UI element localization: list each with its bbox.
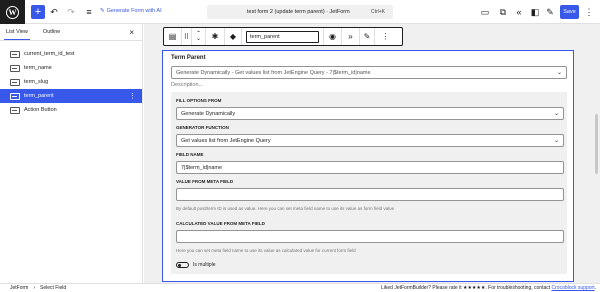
close-icon[interactable]: × — [129, 28, 134, 37]
calc-value-label: CALCULATED VALUE FROM META FIELD — [176, 221, 265, 226]
calc-value-help: Here you can set meta field name to use … — [176, 248, 356, 253]
external-view-icon[interactable]: ⧉ — [496, 5, 510, 19]
add-block-button[interactable]: + — [31, 5, 45, 19]
panel-tabs: List View Outline × — [0, 24, 142, 41]
list-item-selected[interactable]: term_parent ⋮ — [0, 89, 142, 103]
chevron-down-icon: ⌄ — [556, 70, 562, 76]
collapse-icon[interactable]: « — [512, 5, 526, 19]
desktop-preview-icon[interactable]: ▭ — [478, 5, 492, 19]
status-bar: JetForm › Select Field Liked JetFormBuil… — [0, 283, 600, 292]
block-icon — [10, 92, 20, 100]
block-icon — [10, 78, 20, 86]
block-icon — [10, 106, 20, 114]
document-bar[interactable]: test form 2 (update term parent) · JetFo… — [207, 5, 393, 19]
undo-icon[interactable]: ↶ — [47, 5, 61, 19]
command-shortcut: Ctrl+K — [370, 9, 385, 15]
move-up-down-icon[interactable]: ⌃ ⌄ — [192, 28, 206, 45]
field-name-toolbar: term_parent — [242, 28, 324, 45]
more-options-icon[interactable]: ⋮ — [582, 5, 596, 19]
styles-icon[interactable]: ✎ — [543, 5, 557, 19]
more-options-icon[interactable]: ⋮ — [129, 92, 136, 100]
document-title: test form 2 (update term parent) · JetFo… — [247, 9, 350, 15]
brush-icon[interactable]: ✎ — [360, 28, 375, 45]
visibility-icon[interactable]: ◉ — [324, 28, 342, 45]
document-overview-icon[interactable]: ≡ — [82, 5, 96, 19]
block-style-icon[interactable]: ◆ — [225, 28, 242, 45]
breadcrumb-current[interactable]: Select Field — [40, 285, 66, 291]
tab-outline[interactable]: Outline — [43, 29, 60, 35]
generator-select[interactable]: Get values list from JetEngine Query ⌄ — [176, 134, 564, 147]
block-type-icon[interactable]: ▤ — [164, 28, 182, 45]
meta-field-help: By default post/term ID is used as value… — [176, 206, 395, 211]
toggle-switch[interactable] — [176, 262, 189, 268]
breadcrumb-separator: › — [33, 285, 36, 291]
drag-handle-icon[interactable]: ⠿ — [182, 28, 192, 45]
list-view-panel: List View Outline × current_term_id_test… — [0, 24, 143, 283]
generate-form-ai-link[interactable]: ✎ Generate Form with AI — [100, 8, 162, 14]
block-icon — [10, 50, 20, 58]
editor-topbar: W + ↶ ↷ ≡ ✎ Generate Form with AI test fo… — [0, 0, 600, 24]
wordpress-logo-button[interactable]: W — [0, 0, 25, 24]
breadcrumb-root[interactable]: JetForm — [10, 285, 28, 291]
settings-sidebar-icon[interactable]: ◧ — [528, 5, 542, 19]
field-name-input[interactable]: term_parent — [246, 30, 319, 43]
options-panel: FILL OPTIONS FROM Generate Dynamically ⌄… — [171, 92, 567, 274]
wordpress-icon: W — [6, 5, 19, 19]
fill-options-select[interactable]: Generate Dynamically ⌄ — [176, 107, 564, 120]
chevron-down-icon: ⌄ — [553, 138, 559, 144]
meta-field-label: VALUE FROM META FIELD — [176, 179, 234, 184]
list-item[interactable]: term_name — [0, 61, 142, 75]
breadcrumb: JetForm › Select Field — [0, 285, 66, 291]
rating-note: Liked JetFormBuilder? Please rate it ★★★… — [380, 285, 596, 291]
select-field-block[interactable]: Term Parent Generate Dynamically - Get v… — [162, 50, 574, 282]
block-list: current_term_id_test term_name term_slug… — [0, 41, 142, 117]
fill-options-label: FILL OPTIONS FROM — [176, 98, 222, 103]
tab-list-view[interactable]: List View — [4, 29, 30, 40]
chevrons-icon[interactable]: » — [342, 28, 360, 45]
support-link[interactable]: Crocoblock support — [552, 285, 595, 291]
magic-wand-icon: ✎ — [100, 8, 105, 14]
scrollbar[interactable] — [595, 114, 598, 174]
redo-icon[interactable]: ↷ — [64, 5, 78, 19]
meta-field-input[interactable] — [176, 188, 564, 201]
options-icon[interactable]: ⋮ — [375, 28, 396, 45]
editor-canvas: ▤ ⠿ ⌃ ⌄ ✱ ◆ term_parent ◉ » ✎ ⋮ Term Pare… — [144, 24, 600, 283]
is-multiple-toggle[interactable]: Is multiple — [176, 262, 216, 268]
field-label[interactable]: Term Parent — [171, 55, 206, 61]
field-preview-select[interactable]: Generate Dynamically - Get values list f… — [171, 66, 567, 79]
block-toolbar: ▤ ⠿ ⌃ ⌄ ✱ ◆ term_parent ◉ » ✎ ⋮ — [163, 27, 403, 46]
save-button[interactable]: Save — [560, 5, 579, 19]
calc-value-input[interactable] — [176, 230, 564, 243]
asterisk-icon[interactable]: ✱ — [206, 28, 225, 45]
field-name-label: FIELD NAME — [176, 152, 204, 157]
block-icon — [10, 64, 20, 72]
list-item[interactable]: current_term_id_test — [0, 47, 142, 61]
description-field[interactable]: Description... — [171, 82, 203, 88]
field-name-field[interactable]: 7|$term_id|name — [176, 161, 564, 174]
generator-label: GENERATOR FUNCTION — [176, 125, 229, 130]
list-item[interactable]: term_slug — [0, 75, 142, 89]
list-item[interactable]: Action Button — [0, 103, 142, 117]
chevron-down-icon: ⌄ — [553, 111, 559, 117]
